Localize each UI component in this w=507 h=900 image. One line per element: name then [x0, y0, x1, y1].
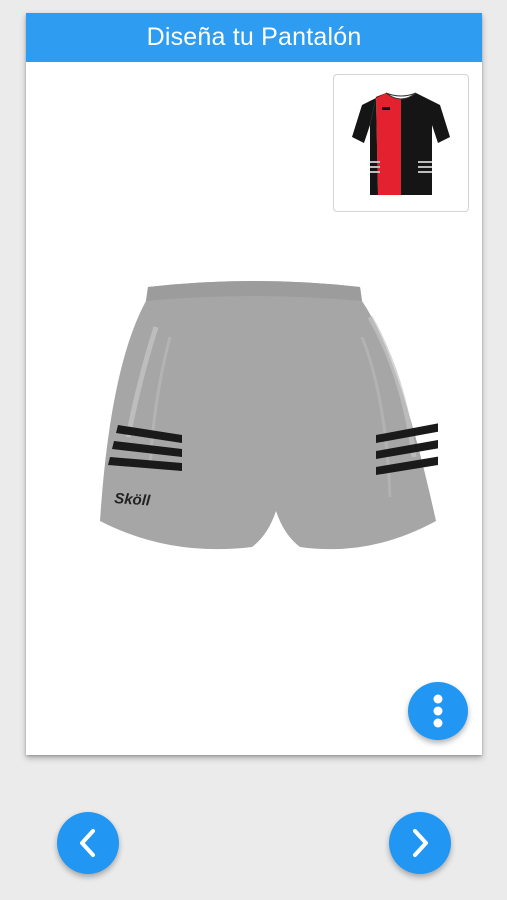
previous-button[interactable] — [57, 812, 119, 874]
more-vertical-icon — [433, 694, 443, 728]
chevron-left-icon — [80, 829, 95, 857]
jersey-icon — [352, 92, 450, 195]
design-card: Diseña tu Pantalón Sköll — [26, 13, 482, 755]
page-title-bar: Diseña tu Pantalón — [26, 13, 482, 62]
options-menu-button[interactable] — [408, 682, 468, 740]
next-button[interactable] — [389, 812, 451, 874]
app-screen: Diseña tu Pantalón Sköll — [0, 0, 507, 900]
chevron-right-icon — [413, 829, 428, 857]
brand-logo: Sköll — [114, 490, 152, 510]
jersey-preview-thumbnail[interactable] — [333, 74, 469, 212]
shorts-preview: Sköll — [100, 281, 438, 550]
page-title: Diseña tu Pantalón — [146, 23, 362, 51]
